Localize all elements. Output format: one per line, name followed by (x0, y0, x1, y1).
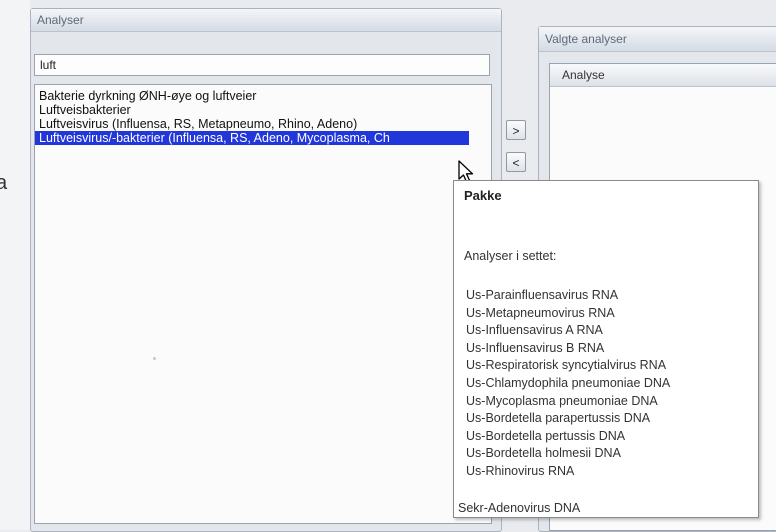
column-header-analyse[interactable]: Analyse (550, 64, 776, 87)
tooltip-item: Us-Mycoplasma pneumoniae DNA (466, 393, 658, 408)
package-tooltip: Pakke Analyser i settet: Us-Parainfluens… (453, 180, 759, 518)
tooltip-item: Us-Rhinovirus RNA (466, 463, 575, 478)
tooltip-item: Us-Respiratorisk syncytialvirus RNA (466, 358, 667, 373)
list-item[interactable]: Bakterie dyrkning ØNH-øye og luftveier (35, 89, 469, 103)
search-input[interactable] (34, 54, 490, 76)
tooltip-item-last: Sekr-Adenovirus DNA (458, 501, 581, 515)
tooltip-analysis-list: Us-Parainfluensavirus RNA Us-Metapneumov… (466, 287, 670, 481)
list-speck (153, 357, 156, 360)
tooltip-item: Us-Parainfluensavirus RNA (466, 288, 619, 302)
edge-text: a (0, 172, 8, 194)
left-edge-background: a (0, 0, 30, 530)
tooltip-item: Us-Metapneumovirus RNA (466, 305, 615, 320)
list-item[interactable]: Luftveisbakterier (35, 103, 469, 117)
remove-from-selected-button[interactable]: < (506, 152, 526, 172)
tooltip-subtitle: Analyser i settet: (464, 249, 557, 263)
valgte-analyser-title: Valgte analyser (539, 27, 776, 52)
add-to-selected-button[interactable]: > (506, 120, 526, 140)
tooltip-title: Pakke (464, 188, 502, 203)
list-item-selected[interactable]: Luftveisvirus/-bakterier (Influensa, RS,… (35, 131, 469, 145)
tooltip-item: Us-Chlamydophila pneumoniae DNA (466, 375, 671, 390)
tooltip-item: Us-Influensavirus B RNA (466, 340, 605, 355)
list-item[interactable]: Luftveisvirus (Influensa, RS, Metapneumo… (35, 117, 469, 131)
tooltip-item: Us-Influensavirus A RNA (466, 323, 603, 338)
tooltip-item: Us-Bordetella pertussis DNA (466, 428, 626, 443)
tooltip-item: Us-Bordetella holmesii DNA (466, 446, 621, 461)
results-list[interactable]: Bakterie dyrkning ØNH-øye og luftveier L… (34, 84, 492, 524)
analyser-panel-title: Analyser (31, 9, 501, 32)
tooltip-item: Us-Bordetella parapertussis DNA (466, 411, 651, 426)
